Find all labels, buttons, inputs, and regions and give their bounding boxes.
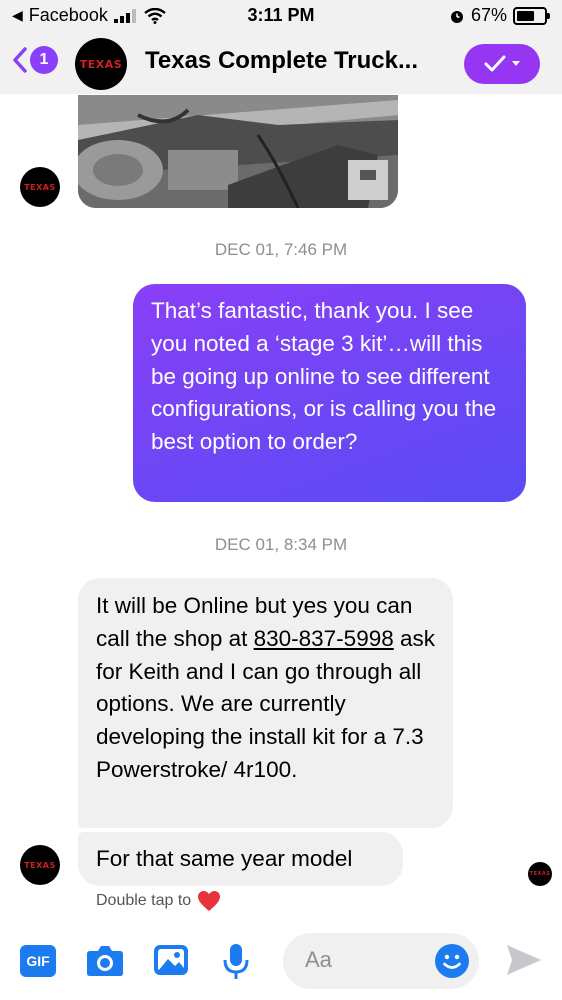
emoji-icon	[443, 954, 461, 969]
battery-percent: 67%	[470, 5, 507, 25]
timestamp: DEC 01, 8:34 PM	[214, 535, 348, 554]
gallery-icon[interactable]	[153, 943, 189, 977]
outgoing-message[interactable]: That’s fantastic, thank you. I see you n…	[133, 284, 526, 502]
contact-avatar[interactable]: TEXAS	[75, 38, 127, 90]
chevron-left-icon	[13, 47, 27, 73]
microphone-icon[interactable]	[222, 943, 250, 981]
shared-photo[interactable]	[78, 95, 398, 208]
timestamp: DEC 01, 7:46 PM	[214, 240, 348, 259]
contact-name[interactable]: Texas Complete Truck...	[145, 47, 445, 75]
message-input-placeholder: Aa	[305, 947, 332, 972]
avatar-logo: TEXAS	[79, 57, 123, 71]
send-icon[interactable]	[505, 943, 543, 977]
avatar-logo: TEXAS	[24, 860, 56, 870]
alarm-icon	[450, 10, 463, 23]
sender-avatar[interactable]: TEXAS	[20, 167, 60, 207]
back-button[interactable]: 1	[12, 46, 58, 74]
engine-photo-image	[78, 95, 398, 208]
unread-badge: 1	[30, 46, 58, 74]
battery-icon	[513, 6, 547, 25]
avatar-logo: TEXAS	[24, 182, 56, 192]
emoji-button[interactable]	[435, 944, 469, 978]
camera-icon[interactable]	[86, 943, 124, 977]
status-bar: ◀ Facebook 3:11 PM 67%	[0, 0, 562, 32]
composer-bar: GIF Aa	[0, 925, 562, 1000]
conversation-header: 1 TEXAS Texas Complete Truck...	[0, 32, 562, 94]
check-dropdown-button[interactable]	[464, 44, 540, 84]
message-input[interactable]: Aa	[283, 933, 479, 989]
gif-button[interactable]: GIF	[20, 945, 56, 977]
checkmark-icon	[484, 55, 506, 72]
phone-number-link[interactable]: 830-837-5998	[254, 626, 394, 651]
seen-indicator-avatar: TEXAS	[528, 862, 552, 886]
caret-down-icon	[512, 61, 520, 66]
incoming-message[interactable]: It will be Online but yes you can call t…	[78, 578, 453, 828]
status-right: 67%	[449, 5, 550, 26]
avatar-logo: TEXAS	[529, 871, 551, 877]
reaction-hint[interactable]: Double tap to	[96, 890, 221, 912]
heart-icon	[198, 891, 221, 911]
sender-avatar[interactable]: TEXAS	[20, 845, 60, 885]
incoming-message[interactable]: For that same year model	[78, 832, 403, 886]
reaction-hint-label: Double tap to	[96, 892, 192, 909]
